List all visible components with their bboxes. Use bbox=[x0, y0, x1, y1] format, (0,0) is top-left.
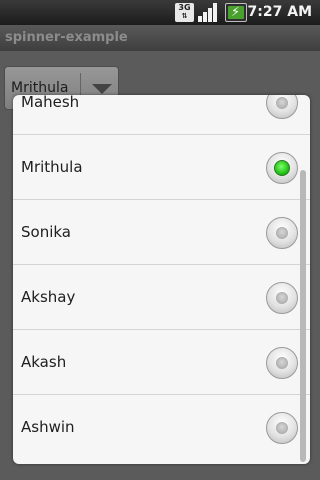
option-label: Mahesh bbox=[21, 95, 80, 111]
options-list: Mahesh Mrithula Sonika Akshay Akash Ashw… bbox=[13, 95, 310, 460]
network-type-label: 3G bbox=[178, 3, 191, 12]
radio-button-icon[interactable] bbox=[266, 217, 298, 249]
dialog-scrollbar[interactable] bbox=[300, 170, 306, 462]
spinner-options-dialog: Mahesh Mrithula Sonika Akshay Akash Ashw… bbox=[13, 95, 310, 464]
radio-button-icon[interactable] bbox=[266, 412, 298, 444]
option-mrithula[interactable]: Mrithula bbox=[13, 135, 310, 200]
radio-button-icon[interactable] bbox=[266, 282, 298, 314]
option-label: Sonika bbox=[21, 223, 71, 241]
status-bar-clock: 7:27 AM bbox=[247, 4, 312, 20]
radio-button-icon[interactable] bbox=[266, 347, 298, 379]
option-ashwin[interactable]: Ashwin bbox=[13, 395, 310, 460]
option-label: Ashwin bbox=[21, 418, 75, 436]
option-label: Akshay bbox=[21, 288, 76, 306]
option-label: Mrithula bbox=[21, 158, 83, 176]
option-akash[interactable]: Akash bbox=[13, 330, 310, 395]
status-bar: 3G ⇅ ⚡ 7:27 AM bbox=[0, 0, 320, 25]
app-title: spinner-example bbox=[5, 30, 128, 45]
3g-data-icon: 3G ⇅ bbox=[175, 3, 194, 22]
radio-button-checked-icon[interactable] bbox=[266, 152, 298, 184]
signal-strength-icon bbox=[198, 3, 219, 22]
screen: 3G ⇅ ⚡ 7:27 AM spinner-example Mrithula … bbox=[0, 0, 320, 480]
app-title-bar: spinner-example bbox=[0, 25, 320, 51]
option-label: Akash bbox=[21, 353, 67, 371]
radio-button-icon[interactable] bbox=[266, 95, 298, 119]
battery-charging-icon: ⚡ bbox=[225, 3, 247, 22]
option-sonika[interactable]: Sonika bbox=[13, 200, 310, 265]
data-arrows-icon: ⇅ bbox=[181, 12, 188, 20]
option-akshay[interactable]: Akshay bbox=[13, 265, 310, 330]
option-mahesh[interactable]: Mahesh bbox=[13, 95, 310, 135]
